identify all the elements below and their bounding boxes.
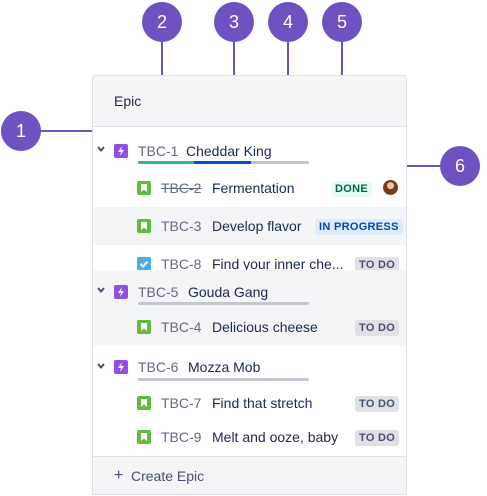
epic-progress-bar	[138, 378, 309, 381]
progress-in-progress-segment	[194, 161, 251, 164]
issue-summary[interactable]: Melt and ooze, baby	[212, 429, 338, 445]
issue-row-tbc-9[interactable]: TBC-9 Melt and ooze, baby TO DO	[93, 418, 406, 456]
issue-key[interactable]: TBC-2	[161, 180, 201, 196]
epic-key[interactable]: TBC-6	[138, 359, 178, 375]
issue-key[interactable]: TBC-9	[161, 429, 201, 445]
issue-summary[interactable]: Develop flavor	[212, 218, 302, 234]
epic-name[interactable]: Gouda Gang	[188, 284, 268, 300]
story-icon	[137, 430, 151, 444]
panel-title: Epic	[114, 93, 142, 109]
progress-done-segment	[138, 161, 195, 164]
issue-key[interactable]: TBC-7	[161, 395, 201, 411]
status-badge[interactable]: TO DO	[355, 396, 400, 412]
status-badge[interactable]: DONE	[331, 181, 372, 197]
status-badge[interactable]: IN PROGRESS	[315, 219, 403, 235]
callout-1: 1	[1, 111, 41, 151]
issue-row-tbc-2[interactable]: TBC-2 Fermentation DONE	[93, 169, 406, 207]
epic-row-tbc-1[interactable]: TBC-1 Cheddar King	[93, 132, 406, 170]
epic-icon	[114, 144, 128, 158]
issue-row-tbc-3[interactable]: TBC-3 Develop flavor IN PROGRESS	[93, 207, 406, 245]
avatar[interactable]	[383, 180, 398, 195]
issue-summary[interactable]: Delicious cheese	[212, 319, 318, 335]
epic-progress-bar	[138, 302, 309, 305]
epic-icon	[114, 285, 128, 299]
create-epic-button[interactable]: + Create Epic	[93, 456, 406, 494]
plus-icon: +	[114, 467, 124, 484]
issue-row-tbc-7[interactable]: TBC-7 Find that stretch TO DO	[93, 384, 406, 422]
chevron-down-icon[interactable]	[96, 285, 106, 295]
chevron-down-icon[interactable]	[96, 144, 106, 154]
task-icon	[137, 257, 151, 271]
panel-header: Epic	[93, 76, 406, 127]
story-icon	[137, 320, 151, 334]
issue-summary[interactable]: Find that stretch	[212, 395, 312, 411]
epic-key[interactable]: TBC-5	[138, 284, 178, 300]
story-icon	[137, 396, 151, 410]
create-epic-label: Create Epic	[131, 468, 205, 484]
callout-5: 5	[322, 2, 362, 42]
issue-summary[interactable]: Fermentation	[212, 180, 294, 196]
callout-6: 6	[440, 146, 480, 186]
issue-key[interactable]: TBC-4	[161, 319, 201, 335]
issue-row-tbc-4[interactable]: TBC-4 Delicious cheese TO DO	[93, 308, 406, 346]
story-icon	[137, 219, 151, 233]
epic-name[interactable]: Mozza Mob	[188, 359, 260, 375]
chevron-down-icon[interactable]	[96, 361, 106, 371]
status-badge[interactable]: TO DO	[355, 320, 400, 336]
epic-panel: Epic TBC-1 Cheddar King TBC-2 Fermentati…	[92, 75, 407, 495]
epic-key[interactable]: TBC-1	[138, 143, 178, 159]
callout-3: 3	[214, 2, 254, 42]
callout-2: 2	[142, 2, 182, 42]
status-badge[interactable]: TO DO	[355, 430, 400, 446]
story-icon	[137, 181, 151, 195]
epic-progress-bar	[138, 161, 309, 164]
epic-icon	[114, 360, 128, 374]
issue-key[interactable]: TBC-3	[161, 218, 201, 234]
callout-4: 4	[268, 2, 308, 42]
epic-name[interactable]: Cheddar King	[186, 143, 272, 159]
